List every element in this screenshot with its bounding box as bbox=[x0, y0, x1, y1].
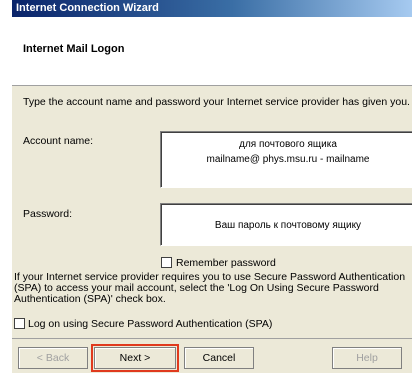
password-label: Password: bbox=[23, 208, 73, 220]
page-title: Internet Mail Logon bbox=[23, 43, 125, 55]
account-name-label: Account name: bbox=[23, 135, 94, 147]
wizard-body: Type the account name and password your … bbox=[12, 86, 412, 338]
remember-password-label[interactable]: Remember password bbox=[176, 257, 276, 269]
account-name-value-line1: для почтового ящика bbox=[239, 139, 337, 150]
button-bar: < Back Next > Cancel Help bbox=[12, 338, 412, 373]
wizard-header: Internet Mail Logon bbox=[12, 17, 412, 86]
back-button[interactable]: < Back bbox=[18, 347, 88, 369]
instructions-text: Type the account name and password your … bbox=[23, 96, 410, 108]
spa-label[interactable]: Log on using Secure Password Authenticat… bbox=[28, 318, 272, 330]
spa-checkbox[interactable] bbox=[14, 318, 25, 329]
next-button[interactable]: Next > bbox=[91, 344, 179, 372]
help-button[interactable]: Help bbox=[332, 347, 402, 369]
cancel-button[interactable]: Cancel bbox=[184, 347, 254, 369]
spa-description: If your Internet service provider requir… bbox=[14, 271, 406, 305]
window-title: Internet Connection Wizard bbox=[16, 2, 159, 14]
account-name-field[interactable]: для почтового ящика mailname@ phys.msu.r… bbox=[160, 131, 412, 188]
password-field[interactable]: Ваш пароль к почтовому ящику bbox=[160, 203, 412, 246]
remember-password-checkbox[interactable] bbox=[161, 257, 172, 268]
wizard-window: Internet Connection Wizard Internet Mail… bbox=[12, 0, 412, 373]
password-value: Ваш пароль к почтовому ящику bbox=[214, 220, 362, 231]
title-bar[interactable]: Internet Connection Wizard bbox=[12, 0, 412, 17]
account-name-value-line2: mailname@ phys.msu.ru - mailname bbox=[206, 154, 370, 165]
